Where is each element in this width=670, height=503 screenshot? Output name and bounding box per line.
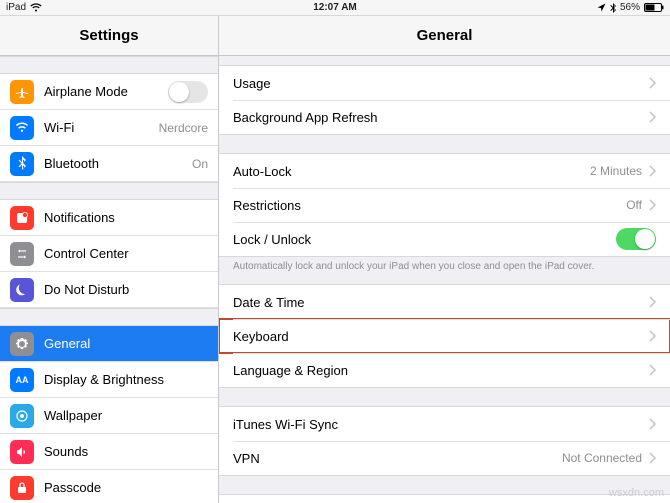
group-intl: Date & Time Keyboard Language & Region xyxy=(219,284,670,388)
sidebar-value: On xyxy=(192,157,208,171)
sidebar-item-airplane[interactable]: Airplane Mode xyxy=(0,74,218,110)
row-keyboard[interactable]: Keyboard xyxy=(219,319,670,353)
sidebar-label: General xyxy=(44,336,208,351)
main-panel: General Mute is available in Control Cen… xyxy=(219,16,670,503)
lock-icon xyxy=(10,476,34,500)
sidebar-label: Wallpaper xyxy=(44,408,208,423)
row-restrictions[interactable]: Restrictions Off xyxy=(219,188,670,222)
chevron-right-icon xyxy=(648,165,656,177)
sidebar-item-wallpaper[interactable]: Wallpaper xyxy=(0,398,218,434)
lock-footer-note: Automatically lock and unlock your iPad … xyxy=(219,261,670,284)
chevron-right-icon xyxy=(648,330,656,342)
sidebar-label: Do Not Disturb xyxy=(44,282,208,297)
row-language-region[interactable]: Language & Region xyxy=(219,353,670,387)
clock: 12:07 AM xyxy=(0,2,670,13)
chevron-right-icon xyxy=(648,452,656,464)
row-itunes-sync[interactable]: iTunes Wi-Fi Sync xyxy=(219,407,670,441)
notifications-icon xyxy=(10,206,34,230)
chevron-right-icon xyxy=(648,199,656,211)
row-lock-unlock[interactable]: Lock / Unlock xyxy=(219,222,670,256)
svg-text:AA: AA xyxy=(16,375,29,385)
row-date-time[interactable]: Date & Time xyxy=(219,285,670,319)
sidebar-label: Notifications xyxy=(44,210,208,225)
sidebar-item-general[interactable]: General xyxy=(0,326,218,362)
chevron-right-icon xyxy=(648,418,656,430)
wallpaper-icon xyxy=(10,404,34,428)
row-autolock[interactable]: Auto-Lock 2 Minutes xyxy=(219,154,670,188)
sidebar-label: Display & Brightness xyxy=(44,372,208,387)
page-title: General xyxy=(417,27,473,44)
truncated-note: Mute is available in Control Center. xyxy=(219,56,670,65)
chevron-right-icon xyxy=(648,364,656,376)
sidebar-item-notifications[interactable]: Notifications xyxy=(0,200,218,236)
row-background-refresh[interactable]: Background App Refresh xyxy=(219,100,670,134)
sounds-icon xyxy=(10,440,34,464)
chevron-right-icon xyxy=(648,111,656,123)
sidebar-item-passcode[interactable]: Passcode xyxy=(0,470,218,503)
control-center-icon xyxy=(10,242,34,266)
status-bar: iPad 12:07 AM 56% xyxy=(0,0,670,16)
chevron-right-icon xyxy=(648,296,656,308)
settings-sidebar: Settings Airplane Mode Wi-Fi Nerdcore xyxy=(0,16,219,503)
gear-icon xyxy=(10,332,34,356)
moon-icon xyxy=(10,278,34,302)
watermark: wsxdn.com xyxy=(609,487,664,499)
sidebar-item-display[interactable]: AA Display & Brightness xyxy=(0,362,218,398)
sidebar-item-dnd[interactable]: Do Not Disturb xyxy=(0,272,218,308)
airplane-icon xyxy=(10,80,34,104)
sidebar-item-sounds[interactable]: Sounds xyxy=(0,434,218,470)
sidebar-label: Bluetooth xyxy=(44,156,192,171)
sidebar-label: Airplane Mode xyxy=(44,84,168,99)
sidebar-label: Passcode xyxy=(44,480,208,495)
sidebar-label: Control Center xyxy=(44,246,208,261)
group-sync: iTunes Wi-Fi Sync VPN Not Connected xyxy=(219,406,670,476)
sidebar-item-control-center[interactable]: Control Center xyxy=(0,236,218,272)
sidebar-item-bluetooth[interactable]: Bluetooth On xyxy=(0,146,218,182)
wifi-icon xyxy=(10,116,34,140)
sidebar-label: Sounds xyxy=(44,444,208,459)
sidebar-value: Nerdcore xyxy=(159,121,208,135)
lock-unlock-toggle[interactable] xyxy=(616,228,656,250)
main-header: General xyxy=(219,16,670,56)
row-vpn[interactable]: VPN Not Connected xyxy=(219,441,670,475)
row-usage[interactable]: Usage xyxy=(219,66,670,100)
row-reset[interactable]: Reset xyxy=(219,495,670,503)
group-usage: Usage Background App Refresh xyxy=(219,65,670,135)
sidebar-title: Settings xyxy=(79,27,138,44)
group-reset: Reset xyxy=(219,494,670,503)
display-icon: AA xyxy=(10,368,34,392)
airplane-toggle[interactable] xyxy=(168,81,208,103)
sidebar-header: Settings xyxy=(0,16,218,56)
sidebar-item-wifi[interactable]: Wi-Fi Nerdcore xyxy=(0,110,218,146)
chevron-right-icon xyxy=(648,77,656,89)
bluetooth-icon xyxy=(10,152,34,176)
sidebar-label: Wi-Fi xyxy=(44,120,159,135)
group-lock: Auto-Lock 2 Minutes Restrictions Off Loc… xyxy=(219,153,670,257)
